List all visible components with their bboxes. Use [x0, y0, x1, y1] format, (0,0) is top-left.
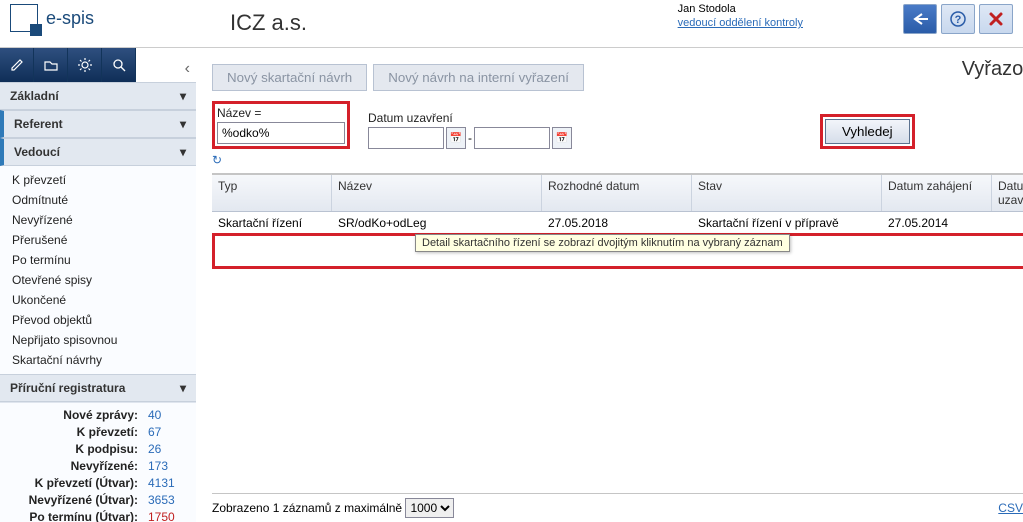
- stat-nove-zpravy: Nové zprávy:40: [8, 407, 188, 424]
- nav-otevrene-spisy[interactable]: Otevřené spisy: [0, 270, 196, 290]
- page-title: Vyřazování: [962, 58, 1023, 81]
- logo-icon: [10, 4, 38, 32]
- tab-edit-icon[interactable]: [0, 48, 34, 82]
- stat-k-podpisu: K podpisu:26: [8, 441, 188, 458]
- nazev-highlight: Název =: [212, 101, 350, 149]
- stats-panel: Nové zprávy:40 K převzetí:67 K podpisu:2…: [0, 402, 196, 522]
- cell-zahajeni: 27.05.2014: [882, 214, 992, 232]
- chevron-down-icon: ▾: [180, 89, 186, 103]
- nav-prevod-objektu[interactable]: Převod objektů: [0, 310, 196, 330]
- app-name: e-spis: [46, 8, 94, 29]
- col-stav[interactable]: Stav: [692, 175, 882, 211]
- row-highlight: Detail skartačního řízení se zobrazí dvo…: [212, 233, 1023, 269]
- grid-footer: Zobrazeno 1 záznamů z maximálně 1000 CSV…: [212, 493, 1023, 522]
- main-content: Vyřazování Nový skartační návrh Nový náv…: [196, 48, 1023, 522]
- tab-search-icon[interactable]: [102, 48, 136, 82]
- svg-text:?: ?: [955, 14, 962, 26]
- calendar-icon[interactable]: 📅: [446, 127, 466, 149]
- nav-po-terminu[interactable]: Po termínu: [0, 250, 196, 270]
- new-skart-button[interactable]: Nový skartační návrh: [212, 64, 367, 91]
- user-role[interactable]: vedoucí oddělení kontroly: [678, 16, 803, 30]
- logo: e-spis: [10, 4, 200, 32]
- footer-summary: Zobrazeno 1 záznamů z maximálně: [212, 501, 402, 515]
- cell-typ: Skartační řízení: [212, 214, 332, 232]
- nav-nevyrizene[interactable]: Nevyřízené: [0, 210, 196, 230]
- top-buttons: Nový skartační návrh Nový návrh na inter…: [212, 58, 1023, 101]
- col-nazev[interactable]: Název: [332, 175, 542, 211]
- stat-val[interactable]: 26: [148, 441, 188, 458]
- section-prirucni[interactable]: Příruční registratura ▾: [0, 374, 196, 402]
- section-referent-label: Referent: [14, 117, 63, 131]
- nazev-input[interactable]: [217, 122, 345, 144]
- vedouci-list: K převzetí Odmítnuté Nevyřízené Přerušen…: [0, 166, 196, 374]
- refresh-icon[interactable]: ↻: [212, 153, 1023, 167]
- stat-val[interactable]: 4131: [148, 475, 188, 492]
- cell-uzavreni: [992, 214, 1023, 232]
- chevron-down-icon: ▾: [180, 117, 186, 131]
- page-size-select[interactable]: 1000: [405, 498, 454, 518]
- stat-nevyrizene: Nevyřízené:173: [8, 458, 188, 475]
- nav-k-prevzeti[interactable]: K převzetí: [0, 170, 196, 190]
- col-rozhodne[interactable]: Rozhodné datum: [542, 175, 692, 211]
- tab-folder-icon[interactable]: [34, 48, 68, 82]
- nav-neprijato-spisovnou[interactable]: Nepřijato spisovnou: [0, 330, 196, 350]
- stat-po-terminu-utvar: Po termínu (Útvar):1750: [8, 509, 188, 522]
- tab-gear-icon[interactable]: [68, 48, 102, 82]
- back-button[interactable]: [903, 4, 937, 34]
- export-links: CSV XML: [994, 501, 1023, 515]
- results-grid: Typ Název Rozhodné datum Stav Datum zahá…: [212, 173, 1023, 269]
- sidebar: ‹ Základní ▾ Referent ▾ Vedoucí ▾ K převzet…: [0, 48, 196, 522]
- sidebar-toolbar: ‹: [0, 48, 196, 82]
- nazev-label: Název =: [217, 106, 345, 120]
- footer-summary-wrap: Zobrazeno 1 záznamů z maximálně 1000: [212, 498, 454, 518]
- row-tooltip: Detail skartačního řízení se zobrazí dvo…: [415, 234, 790, 252]
- user-name: Jan Stodola: [678, 2, 803, 16]
- col-uzavreni[interactable]: Datum uzavření: [992, 175, 1023, 211]
- calendar-icon[interactable]: 📅: [552, 127, 572, 149]
- user-block: Jan Stodola vedoucí oddělení kontroly: [678, 2, 803, 30]
- close-button[interactable]: [979, 4, 1013, 34]
- app-header: e-spis ICZ a.s. Jan Stodola vedoucí oddě…: [0, 0, 1023, 48]
- table-row[interactable]: Skartační řízení SR/odKo+odLeg 27.05.201…: [212, 212, 1023, 234]
- stat-val[interactable]: 173: [148, 458, 188, 475]
- nav-skartacni-navrhy[interactable]: Skartační návrhy: [0, 350, 196, 370]
- nav-prerusene[interactable]: Přerušené: [0, 230, 196, 250]
- help-button[interactable]: ?: [941, 4, 975, 34]
- export-csv[interactable]: CSV: [998, 501, 1023, 515]
- collapse-sidebar-icon[interactable]: ‹: [185, 60, 190, 78]
- nav-ukoncene[interactable]: Ukončené: [0, 290, 196, 310]
- section-zakladni[interactable]: Základní ▾: [0, 82, 196, 110]
- stat-val[interactable]: 67: [148, 424, 188, 441]
- nav-odmitnute[interactable]: Odmítnuté: [0, 190, 196, 210]
- stat-val[interactable]: 3653: [148, 492, 188, 509]
- section-prirucni-label: Příruční registratura: [10, 381, 125, 395]
- stat-k-prevzeti-utvar: K převzetí (Útvar):4131: [8, 475, 188, 492]
- stat-k-prevzeti: K převzetí:67: [8, 424, 188, 441]
- section-vedouci-label: Vedoucí: [14, 145, 60, 159]
- filter-row: Název = Datum uzavření 📅 - 📅 Vyhledej: [212, 101, 1023, 149]
- stat-val[interactable]: 1750: [148, 509, 188, 522]
- new-internal-button[interactable]: Nový návrh na interní vyřazení: [373, 64, 584, 91]
- date-to-input[interactable]: [474, 127, 550, 149]
- section-referent[interactable]: Referent ▾: [0, 110, 196, 138]
- header-actions: ?: [903, 4, 1013, 34]
- chevron-down-icon: ▾: [180, 145, 186, 159]
- section-zakladni-label: Základní: [10, 89, 59, 103]
- col-zahajeni[interactable]: Datum zahájení: [882, 175, 992, 211]
- col-typ[interactable]: Typ: [212, 175, 332, 211]
- company-title: ICZ a.s.: [230, 10, 307, 36]
- date-from-input[interactable]: [368, 127, 444, 149]
- section-vedouci[interactable]: Vedoucí ▾: [0, 138, 196, 166]
- stat-nevyrizene-utvar: Nevyřízené (Útvar):3653: [8, 492, 188, 509]
- cell-nazev: SR/odKo+odLeg: [332, 214, 542, 232]
- cell-rozhodne: 27.05.2018: [542, 214, 692, 232]
- grid-header: Typ Název Rozhodné datum Stav Datum zahá…: [212, 175, 1023, 212]
- search-highlight: Vyhledej: [820, 114, 915, 149]
- cell-stav: Skartační řízení v přípravě: [692, 214, 882, 232]
- datum-label: Datum uzavření: [368, 111, 572, 125]
- stat-val[interactable]: 40: [148, 407, 188, 424]
- search-button[interactable]: Vyhledej: [825, 119, 910, 144]
- chevron-down-icon: ▾: [180, 381, 186, 395]
